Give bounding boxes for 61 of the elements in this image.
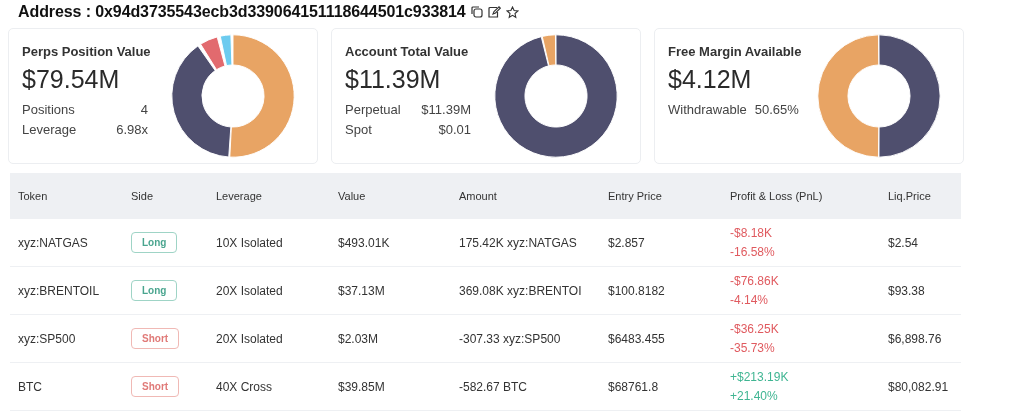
leverage-cell-text: 40X Cross xyxy=(216,379,274,394)
liq-price-cell-text: $6,898.76 xyxy=(888,331,943,346)
stat-value: 6.98x xyxy=(116,122,148,137)
liq-price-cell-text: $2.54 xyxy=(888,235,920,250)
leverage-cell-text: 20X Isolated xyxy=(216,283,284,298)
side-badge: Long xyxy=(131,232,178,253)
column-header: Entry Price xyxy=(608,190,663,202)
column-header: Token xyxy=(18,190,49,202)
side-badge: Short xyxy=(131,328,180,349)
stat-label: Perpetual xyxy=(345,102,402,117)
stat-label: Positions xyxy=(22,102,76,117)
column-header: Value xyxy=(338,190,367,202)
liq-price-cell-text: $80,082.91 xyxy=(888,379,950,394)
column-header: Leverage xyxy=(216,190,263,202)
leverage-cell-text: 20X Isolated xyxy=(216,331,284,346)
stat-value: $0.01 xyxy=(438,122,471,137)
column-header: Profit & Loss (PnL) xyxy=(730,190,824,202)
stat-label: Spot xyxy=(345,122,373,137)
column-header: Liq.Price xyxy=(888,190,932,202)
stat-value: $11.39M xyxy=(421,102,471,117)
pnl-amount: -$36.25K xyxy=(730,322,780,336)
liq-price-cell-text: $93.38 xyxy=(888,283,926,298)
card-value: $4.12M xyxy=(668,65,753,94)
value-cell-text: $37.13M xyxy=(338,283,386,298)
card-value: $11.39M xyxy=(345,65,442,94)
pnl-percent: -16.58% xyxy=(730,245,776,259)
token-cell-text: xyz:NATGAS xyxy=(18,235,89,250)
stat-value: 4 xyxy=(140,102,148,117)
stat-label: Leverage xyxy=(22,122,78,137)
amount-cell-text: 369.08K xyz:BRENTOI xyxy=(459,283,583,298)
entry-price-cell-text: $2.857 xyxy=(608,235,646,250)
card-value: $79.54M xyxy=(22,65,121,94)
side-badge: Long xyxy=(131,280,178,301)
side-badge: Short xyxy=(131,376,180,397)
entry-price-cell-text: $68761.8 xyxy=(608,379,660,394)
pnl-percent: +21.40% xyxy=(730,389,779,403)
card-title: Account Total Value xyxy=(345,44,470,59)
column-header: Amount xyxy=(459,190,498,202)
value-cell-text: $39.85M xyxy=(338,379,386,394)
entry-price-cell-text: $100.8182 xyxy=(608,283,666,298)
entry-price-cell-text: $6483.455 xyxy=(608,331,666,346)
address-heading: Address : 0x94d3735543ecb3d339064151118644501c933814 xyxy=(18,3,466,21)
pnl-amount: -$76.86K xyxy=(730,274,780,288)
amount-cell-text: 175.42K xyz:NATGAS xyxy=(459,235,578,250)
leverage-cell-text: 10X Isolated xyxy=(216,235,284,250)
token-cell-text: xyz:SP500 xyxy=(18,331,77,346)
pnl-percent: -35.73% xyxy=(730,341,776,355)
column-header: Side xyxy=(131,190,155,202)
value-cell-text: $493.01K xyxy=(338,235,391,250)
pnl-percent: -4.14% xyxy=(730,293,770,307)
value-cell-text: $2.03M xyxy=(338,331,380,346)
token-cell-text: xyz:BRENTOIL xyxy=(18,283,101,298)
card-title: Perps Position Value xyxy=(22,44,151,59)
pnl-amount: +$213.19K xyxy=(730,370,790,384)
token-cell-text: BTC xyxy=(18,379,43,394)
stat-label: Withdrawable xyxy=(668,102,747,117)
stat-value: 50.65% xyxy=(754,102,799,117)
pnl-amount: -$8.18K xyxy=(730,226,774,240)
card-title: Free Margin Available xyxy=(668,44,802,59)
amount-cell-text: -307.33 xyz:SP500 xyxy=(459,331,562,346)
amount-cell-text: -582.67 BTC xyxy=(459,379,529,394)
